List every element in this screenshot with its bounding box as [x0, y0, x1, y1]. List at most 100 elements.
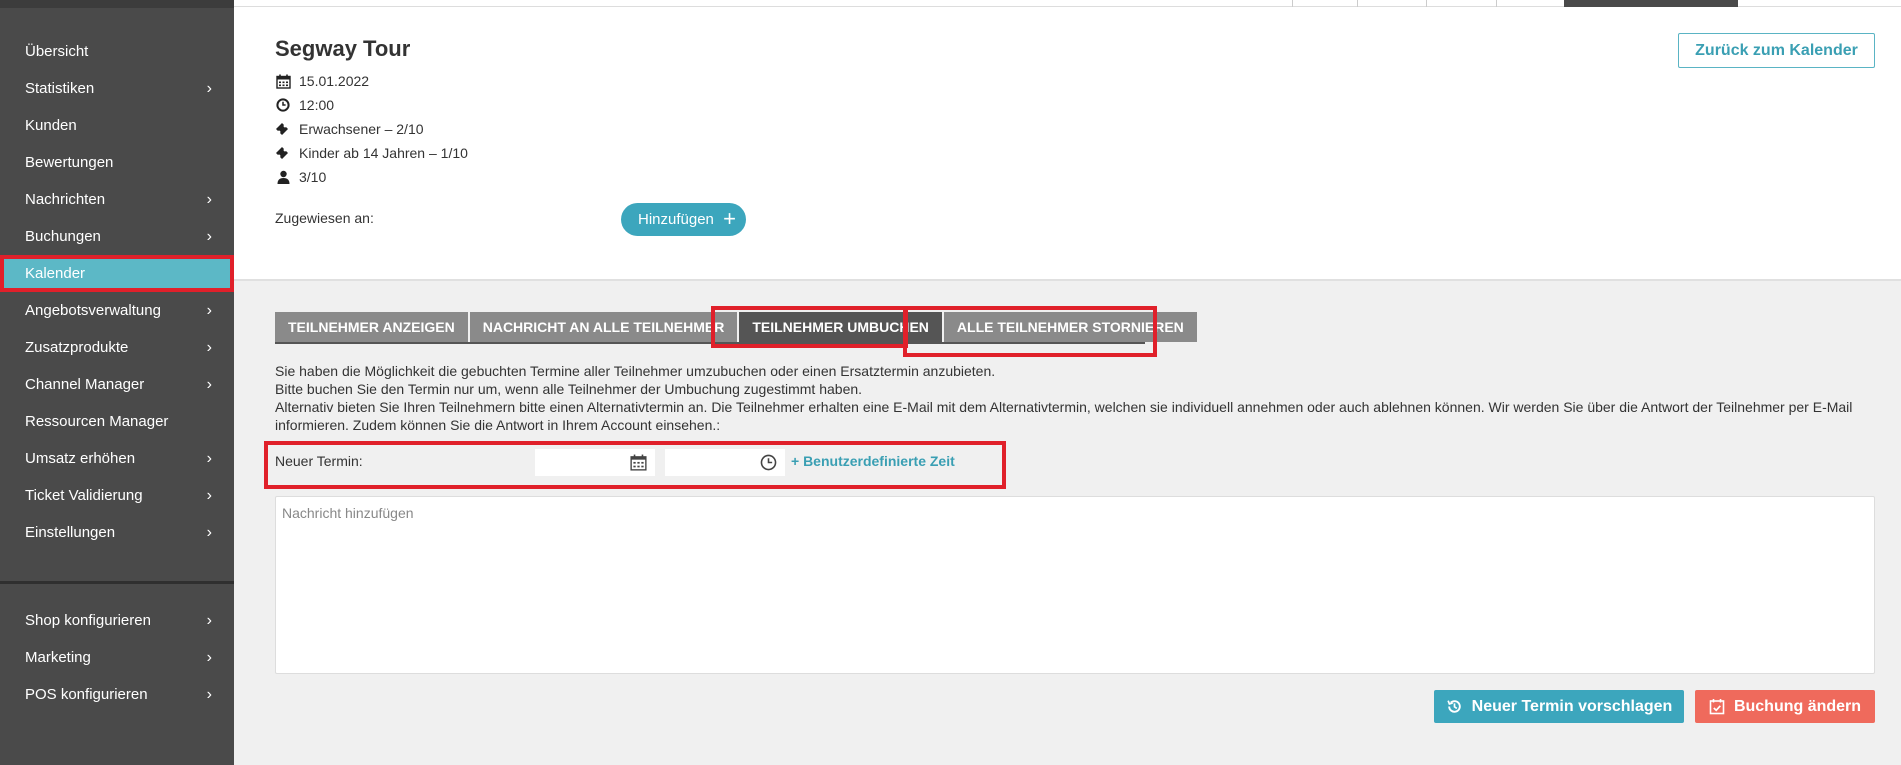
- chevron-right-icon: ›: [206, 227, 212, 245]
- calendar-icon: [275, 73, 291, 89]
- sidebar-item-label: Übersicht: [25, 43, 89, 60]
- sidebar-item-ticket-validierung[interactable]: Ticket Validierung ›: [0, 477, 234, 514]
- highlight-box-umbuchen: [711, 306, 908, 348]
- sidebar-item-einstellungen[interactable]: Einstellungen ›: [0, 514, 234, 551]
- chevron-right-icon: ›: [206, 486, 212, 504]
- sidebar-item-label: Kunden: [25, 117, 77, 134]
- sidebar-item-label: Umsatz erhöhen: [25, 450, 136, 467]
- chevron-right-icon: ›: [206, 648, 212, 666]
- ticket-icon: [275, 145, 291, 161]
- sidebar-top-line: [0, 0, 234, 8]
- top-strip-divider: [1292, 0, 1293, 7]
- sidebar-item-label: Nachrichten: [25, 191, 106, 208]
- clock-icon[interactable]: [760, 454, 777, 471]
- sidebar-item-label: Ressourcen Manager: [25, 413, 169, 430]
- ticket-children: Kinder ab 14 Jahren – 1/10: [299, 145, 468, 161]
- sidebar-item-label: Bewertungen: [25, 154, 114, 171]
- event-date: 15.01.2022: [299, 73, 370, 89]
- ticket-icon: [275, 121, 291, 137]
- assign-add-label: Hinzufügen: [638, 211, 714, 228]
- chevron-right-icon: ›: [206, 375, 212, 393]
- event-time: 12:00: [299, 97, 335, 113]
- sidebar-nav-bottom: Shop konfigurieren › Marketing › POS konfigu…: [0, 602, 234, 713]
- event-header: Segway Tour 15.01.2022 12:00 Erwachsener…: [234, 7, 1901, 281]
- change-booking-button[interactable]: Buchung ändern: [1695, 690, 1875, 723]
- propose-label: Neuer Termin vorschlagen: [1471, 697, 1673, 715]
- top-strip-divider: [1426, 0, 1427, 7]
- sidebar-item-pos-konfigurieren[interactable]: POS konfigurieren ›: [0, 676, 234, 713]
- clock-icon: [275, 97, 291, 113]
- chevron-right-icon: ›: [206, 79, 212, 97]
- sidebar-item-shop-konfigurieren[interactable]: Shop konfigurieren ›: [0, 602, 234, 639]
- ticket-children-row: Kinder ab 14 Jahren – 1/10: [275, 145, 468, 161]
- chevron-right-icon: ›: [206, 338, 212, 356]
- sidebar-item-label: Angebotsverwaltung: [25, 302, 161, 319]
- propose-new-term-button[interactable]: Neuer Termin vorschlagen: [1434, 690, 1684, 723]
- top-strip-divider: [1496, 0, 1497, 7]
- sidebar-item-label: POS konfigurieren: [25, 686, 148, 703]
- chevron-right-icon: ›: [206, 301, 212, 319]
- highlight-box-stornieren: [903, 306, 1157, 357]
- event-time-row: 12:00: [275, 97, 334, 113]
- tab-nachricht-an-alle-teilnehmer[interactable]: NACHRICHT AN ALLE TEILNEHMER: [469, 312, 740, 342]
- new-term-label: Neuer Termin:: [275, 453, 363, 469]
- calendar-check-icon: [1709, 699, 1725, 715]
- chevron-right-icon: ›: [206, 611, 212, 629]
- sidebar-separator: [0, 581, 234, 584]
- sidebar-item-label: Statistiken: [25, 80, 95, 97]
- chevron-right-icon: ›: [206, 190, 212, 208]
- chevron-right-icon: ›: [206, 685, 212, 703]
- sidebar-item-marketing[interactable]: Marketing ›: [0, 639, 234, 676]
- sidebar-item-umsatz-erhöhen[interactable]: Umsatz erhöhen ›: [0, 440, 234, 477]
- chevron-right-icon: ›: [206, 449, 212, 467]
- ticket-adult-row: Erwachsener – 2/10: [275, 121, 424, 137]
- change-label: Buchung ändern: [1733, 697, 1862, 715]
- event-title: Segway Tour: [275, 36, 411, 61]
- tab-teilnehmer-anzeigen[interactable]: TEILNEHMER ANZEIGEN: [275, 312, 470, 342]
- assign-add-button[interactable]: Hinzufügen +: [621, 203, 746, 236]
- custom-time-link[interactable]: + Benutzerdefinierte Zeit: [791, 453, 955, 469]
- calendar-icon[interactable]: [630, 454, 647, 471]
- top-strip-active-segment: [1564, 0, 1738, 7]
- history-icon: [1447, 700, 1461, 713]
- back-to-calendar-button[interactable]: Zurück zum Kalender: [1678, 33, 1875, 68]
- description-line-3: Alternativ bieten Sie Ihren Teilnehmern …: [275, 399, 1853, 433]
- sidebar-item-label: Zusatzprodukte: [25, 339, 129, 356]
- new-term-date-input[interactable]: [535, 449, 655, 476]
- sidebar-item-statistiken[interactable]: Statistiken ›: [0, 70, 234, 107]
- sidebar-item-kunden[interactable]: Kunden: [0, 107, 234, 144]
- sidebar: Übersicht Statistiken › Kunden Bewertungen Na…: [0, 0, 234, 765]
- sidebar-item-übersicht[interactable]: Übersicht: [0, 33, 234, 70]
- sidebar-item-label: Einstellungen: [25, 524, 116, 541]
- sidebar-item-nachrichten[interactable]: Nachrichten ›: [0, 181, 234, 218]
- rebook-description: Sie haben die Möglichkeit die gebuchten …: [275, 362, 1875, 434]
- event-date-row: 15.01.2022: [275, 73, 369, 89]
- sidebar-item-bewertungen[interactable]: Bewertungen: [0, 144, 234, 181]
- sidebar-item-buchungen[interactable]: Buchungen ›: [0, 218, 234, 255]
- assigned-label: Zugewiesen an:: [275, 210, 374, 226]
- sidebar-item-ressourcen-manager[interactable]: Ressourcen Manager: [0, 403, 234, 440]
- sidebar-item-label: Shop konfigurieren: [25, 612, 151, 629]
- sidebar-item-zusatzprodukte[interactable]: Zusatzprodukte ›: [0, 329, 234, 366]
- sidebar-item-label: Marketing: [25, 649, 91, 666]
- top-tab-strip: [234, 0, 1901, 7]
- description-line-1: Sie haben die Möglichkeit die gebuchten …: [275, 363, 996, 379]
- top-strip-divider: [1357, 0, 1358, 7]
- sidebar-item-label: Ticket Validierung: [25, 487, 143, 504]
- capacity-row: 3/10: [275, 169, 326, 185]
- description-line-2: Bitte buchen Sie den Termin nur um, wenn…: [275, 381, 863, 397]
- chevron-right-icon: ›: [206, 523, 212, 541]
- new-term-time-input[interactable]: [665, 449, 785, 476]
- plus-icon: +: [723, 206, 736, 231]
- sidebar-item-kalender[interactable]: Kalender: [0, 255, 234, 292]
- sidebar-item-channel-manager[interactable]: Channel Manager ›: [0, 366, 234, 403]
- ticket-adult: Erwachsener – 2/10: [299, 121, 424, 137]
- user-icon: [275, 169, 291, 185]
- sidebar-item-angebotsverwaltung[interactable]: Angebotsverwaltung ›: [0, 292, 234, 329]
- sidebar-item-label: Kalender: [25, 265, 86, 282]
- sidebar-nav: Übersicht Statistiken › Kunden Bewertungen Na…: [0, 33, 234, 551]
- message-textarea[interactable]: [275, 496, 1875, 674]
- capacity: 3/10: [299, 169, 327, 185]
- sidebar-item-label: Buchungen: [25, 228, 101, 245]
- sidebar-item-label: Channel Manager: [25, 376, 145, 393]
